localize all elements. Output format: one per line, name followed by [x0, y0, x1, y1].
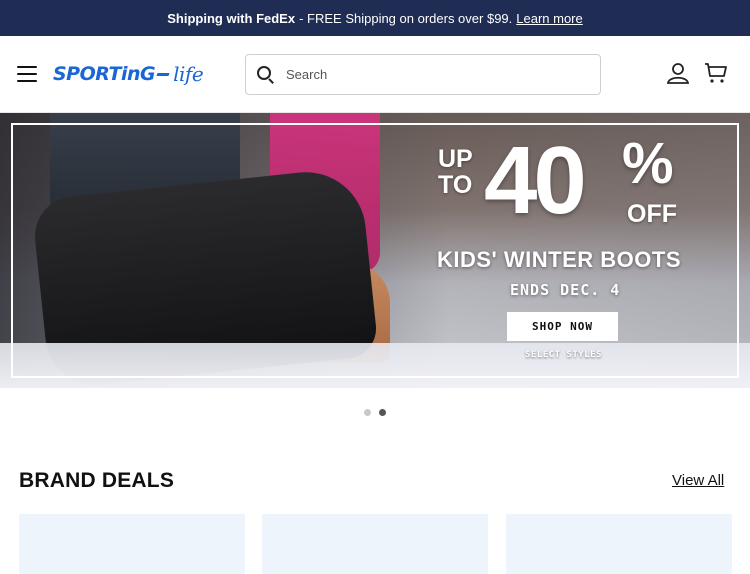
- hero-off: OFF: [627, 200, 677, 228]
- search-bar: [245, 54, 601, 95]
- logo-main-text: SPORTinG: [53, 63, 156, 85]
- promo-bar: Shipping with FedEx - FREE Shipping on o…: [0, 0, 750, 36]
- search-input[interactable]: [286, 67, 586, 82]
- site-header: SPORTinG life: [0, 36, 750, 113]
- learn-more-link[interactable]: Learn more: [516, 11, 582, 26]
- hero-subnote: SELECT STYLES: [525, 350, 602, 360]
- hero-banner[interactable]: UP TO 40 % OFF KIDS' WINTER BOOTS ENDS D…: [0, 113, 750, 388]
- cart-icon[interactable]: [704, 61, 728, 85]
- logo-script-text: life: [173, 62, 204, 86]
- view-all-link[interactable]: View All: [672, 472, 724, 489]
- account-icon[interactable]: [666, 61, 690, 85]
- brand-deal-card[interactable]: [262, 514, 488, 574]
- carousel-dots: [0, 409, 750, 421]
- brand-deals-title: BRAND DEALS: [19, 469, 175, 492]
- hero-percent: %: [622, 131, 674, 196]
- menu-icon[interactable]: [17, 66, 39, 84]
- hero-up-to: UP TO: [438, 145, 473, 199]
- hero-ends-date: ENDS DEC. 4: [510, 281, 621, 299]
- brand-deal-card[interactable]: [19, 514, 245, 574]
- logo[interactable]: SPORTinG life: [53, 60, 204, 88]
- hero-headline: KIDS' WINTER BOOTS: [437, 247, 682, 272]
- shop-now-button[interactable]: SHOP NOW: [507, 312, 618, 341]
- search-icon[interactable]: [257, 65, 275, 84]
- carousel-dot-2[interactable]: [379, 409, 386, 416]
- promo-bold-text: Shipping with FedEx: [167, 10, 296, 26]
- hero-discount-amount: 40: [484, 127, 587, 234]
- carousel-dot-1[interactable]: [364, 409, 371, 416]
- brand-deal-card[interactable]: [506, 514, 732, 574]
- promo-text: - FREE Shipping on orders over $99.: [299, 10, 513, 26]
